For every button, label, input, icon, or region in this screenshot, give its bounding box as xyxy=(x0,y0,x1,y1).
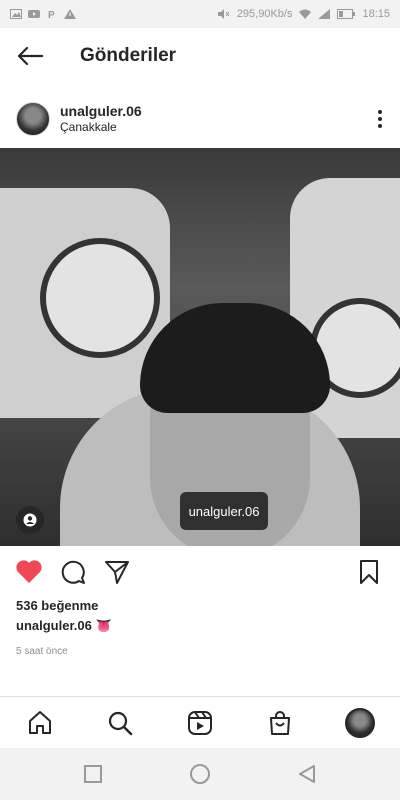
post-photo[interactable] xyxy=(0,148,400,546)
like-count[interactable]: 536 beğenme xyxy=(16,598,98,613)
parking-icon: P xyxy=(48,10,55,19)
save-button[interactable] xyxy=(354,557,384,587)
bottom-navigation xyxy=(0,696,400,748)
post-avatar[interactable] xyxy=(16,102,50,136)
home-icon xyxy=(29,710,51,734)
vertical-dots-icon xyxy=(378,110,382,128)
nav-home[interactable] xyxy=(20,703,60,743)
caption-username[interactable]: unalguler.06 xyxy=(16,618,92,633)
nav-search[interactable] xyxy=(100,703,140,743)
warning-icon xyxy=(64,9,76,19)
app-header: Gönderiler xyxy=(0,28,400,84)
image-notification-icon xyxy=(10,9,22,19)
back-button[interactable] xyxy=(0,28,60,84)
post-username[interactable]: unalguler.06 xyxy=(60,103,142,119)
signal-icon xyxy=(318,9,331,19)
nav-profile[interactable] xyxy=(340,703,380,743)
like-button[interactable] xyxy=(14,557,44,587)
reels-icon xyxy=(188,710,212,735)
tagged-people-button[interactable] xyxy=(16,506,44,534)
mute-icon xyxy=(217,9,230,19)
post-timestamp: 5 saat önce xyxy=(16,646,68,657)
recents-icon[interactable] xyxy=(83,764,103,784)
send-icon xyxy=(105,561,129,584)
post-caption: unalguler.06 👅 xyxy=(16,618,112,634)
user-tag-icon xyxy=(23,513,37,527)
caption-emoji: 👅 xyxy=(95,618,112,633)
nav-shop[interactable] xyxy=(260,703,300,743)
system-navigation xyxy=(0,748,400,800)
back-triangle-icon[interactable] xyxy=(297,764,317,784)
post-header: unalguler.06 Çanakkale xyxy=(0,96,400,142)
arrow-left-icon xyxy=(17,46,44,66)
search-icon xyxy=(108,711,133,735)
post-location[interactable]: Çanakkale xyxy=(60,119,142,135)
network-speed: 295,90Kb/s xyxy=(236,8,293,20)
svg-text:P: P xyxy=(48,10,55,19)
status-bar: P 295,90Kb/s 18:15 xyxy=(0,0,400,28)
heart-icon xyxy=(16,560,42,583)
home-circle-icon[interactable] xyxy=(189,763,211,785)
profile-avatar xyxy=(345,707,375,738)
share-button[interactable] xyxy=(102,557,132,587)
battery-icon xyxy=(337,9,356,19)
clock: 18:15 xyxy=(362,8,390,20)
shop-icon xyxy=(270,710,290,735)
bookmark-icon xyxy=(360,560,378,584)
post-actions xyxy=(0,552,400,592)
nav-reels[interactable] xyxy=(180,703,220,743)
more-options-button[interactable] xyxy=(360,99,400,139)
photo-emblem-left xyxy=(40,238,160,358)
youtube-icon xyxy=(28,10,40,18)
comment-button[interactable] xyxy=(58,557,88,587)
comment-icon xyxy=(61,560,85,584)
page-title: Gönderiler xyxy=(80,45,177,66)
wifi-icon xyxy=(299,9,312,19)
user-tag-label[interactable]: unalguler.06 xyxy=(180,492,268,530)
